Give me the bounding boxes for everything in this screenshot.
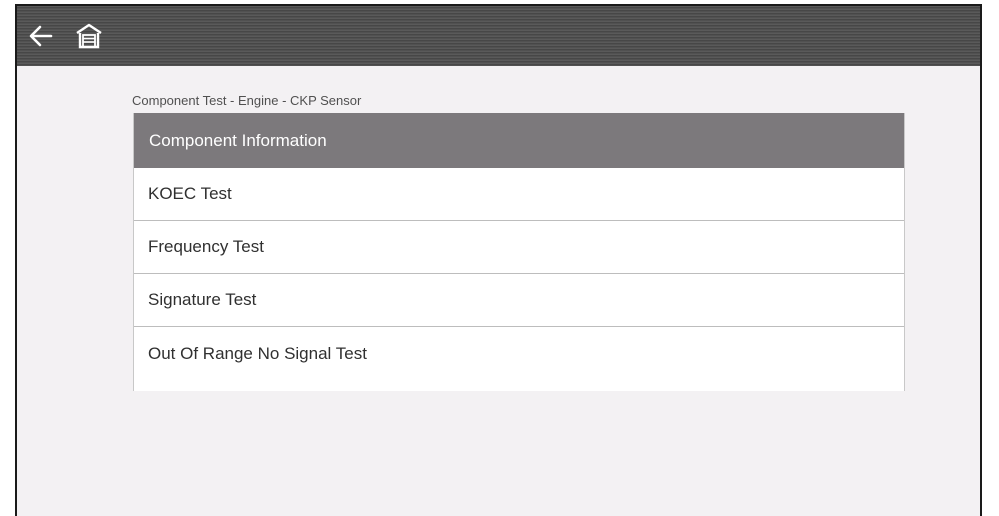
- list-header-label: Component Information: [149, 130, 327, 150]
- list-item-label: KOEC Test: [148, 184, 232, 203]
- breadcrumb: Component Test - Engine - CKP Sensor: [132, 93, 362, 108]
- home-button[interactable]: [69, 6, 109, 66]
- list-item-label: Signature Test: [148, 290, 257, 309]
- app-frame: Component Test - Engine - CKP Sensor Com…: [15, 4, 982, 516]
- garage-home-icon: [76, 23, 102, 49]
- component-information-item[interactable]: Component Information: [134, 113, 904, 168]
- arrow-left-icon: [29, 25, 53, 47]
- list-item-out-of-range-test[interactable]: Out Of Range No Signal Test: [134, 327, 904, 380]
- component-menu-list: Component Information KOEC Test Frequenc…: [133, 113, 905, 391]
- back-button[interactable]: [23, 6, 59, 66]
- list-item-label: Frequency Test: [148, 237, 264, 256]
- list-item-label: Out Of Range No Signal Test: [148, 343, 367, 363]
- list-item-frequency-test[interactable]: Frequency Test: [134, 221, 904, 274]
- top-toolbar: [17, 6, 980, 66]
- list-item-signature-test[interactable]: Signature Test: [134, 274, 904, 327]
- list-item-koec-test[interactable]: KOEC Test: [134, 168, 904, 221]
